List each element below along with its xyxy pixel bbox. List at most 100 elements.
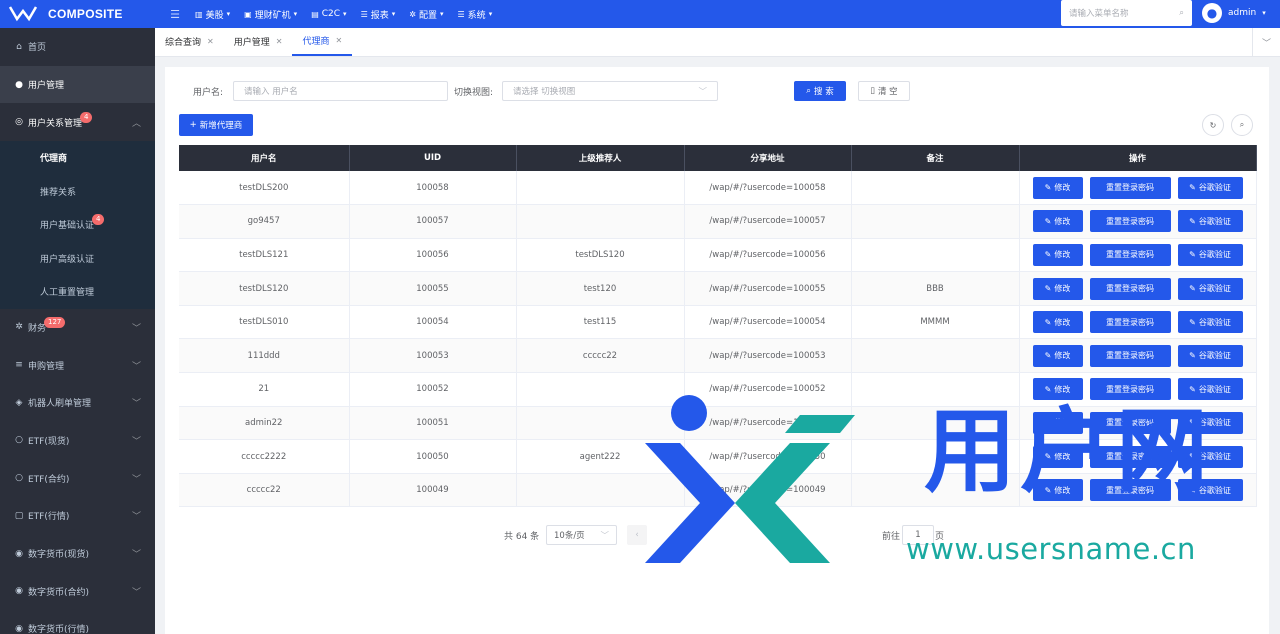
view-label: 切换视图: [454,88,494,98]
tab-agents[interactable]: 代理商 ✕ [292,27,353,56]
prev-page-button[interactable]: ‹ [627,525,647,545]
google-auth-button[interactable]: ✎ 谷歌验证 [1177,344,1243,367]
sidebar-item-subscription[interactable]: ≡ 申购管理 ﹀ [0,346,155,384]
sidebar-subitem-manual-reset[interactable]: 人工重置管理 [0,275,155,309]
chevron-down-icon: ﹀ [698,87,707,97]
sidebar-item-user-relations[interactable]: ◎ 用户关系管理 4 ︿ [0,103,155,141]
cell-share-url: /wap/#/?usercode=100052 [684,372,852,407]
cell-username: testDLS120 [179,271,350,306]
cell-referrer [516,171,685,206]
coin-icon: ◉ [15,586,23,597]
sidebar-item-etf-spot[interactable]: ○ ETF(现货) ﹀ [0,422,155,460]
col-share-url[interactable]: 分享地址 [684,145,852,171]
reset-password-button[interactable]: 重置登录密码 [1089,277,1171,300]
sidebar-item-finance[interactable]: ✲ 财务 127 ﹀ [0,309,155,347]
sidebar-item-crypto-spot[interactable]: ◉ 数字货币(现货) ﹀ [0,535,155,573]
sidebar-item-user-management[interactable]: ● 用户管理 [0,65,155,104]
page-size-value: 10条/页 [554,531,585,541]
sidebar-item-robot-orders[interactable]: ◈ 机器人刷单管理 ﹀ [0,384,155,422]
col-referrer[interactable]: 上级推荐人 [516,145,685,171]
reset-password-button[interactable]: 重置登录密码 [1089,176,1171,199]
avatar: ● [1202,3,1222,23]
search-button[interactable]: ⌕ 搜 索 [794,81,846,101]
sidebar-item-crypto-contract[interactable]: ◉ 数字货币(合约) ﹀ [0,572,155,610]
cell-remark [851,171,1020,206]
cell-share-url: /wap/#/?usercode=100053 [684,338,852,374]
chevron-down-icon[interactable]: ﹀ [1252,28,1280,56]
logo[interactable]: COMPOSITE [0,0,155,28]
close-icon[interactable]: ✕ [207,37,214,46]
sidebar-item-label: 数字货币(行情) [28,625,90,634]
reset-password-button[interactable]: 重置登录密码 [1089,344,1171,367]
tab-bar: 综合查询 ✕ 用户管理 ✕ 代理商 ✕ ﹀ [155,28,1280,57]
tab-overview[interactable]: 综合查询 ✕ [155,27,224,56]
col-uid[interactable]: UID [349,145,517,171]
sidebar-subitem-referrals[interactable]: 推荐关系 [0,174,155,209]
topnav-label: 报表 [370,10,389,21]
reset-password-button[interactable]: 重置登录密码 [1089,243,1171,266]
chevron-down-icon: ▾ [226,10,231,18]
edit-button[interactable]: ✎ 修改 [1032,176,1083,199]
add-agent-button[interactable]: + 新增代理商 [179,114,253,136]
edit-button[interactable]: ✎ 修改 [1032,243,1083,266]
edit-icon: ✎ [1189,317,1196,327]
chevron-down-icon: ▾ [488,10,493,18]
edit-button[interactable]: ✎ 修改 [1032,311,1083,334]
reset-password-button[interactable]: 重置登录密码 [1089,210,1171,233]
cell-actions: ✎ 修改 重置登录密码 ✎ 谷歌验证 [1019,171,1257,206]
topnav-label: 理财矿机 [254,10,291,21]
reset-button[interactable]: ▯ 清 空 [858,81,910,101]
username-input[interactable]: 请输入 用户名 [233,81,448,101]
tab-user-management[interactable]: 用户管理 ✕ [224,27,293,56]
cell-username: 21 [179,372,350,407]
sidebar-item-label: 首页 [28,43,47,54]
topnav-us-stocks[interactable]: ▥ 美股 ▾ [195,8,230,21]
topnav-reports[interactable]: ☰ 报表 ▾ [361,8,396,21]
google-auth-button[interactable]: ✎ 谷歌验证 [1177,311,1243,334]
google-auth-button[interactable]: ✎ 谷歌验证 [1177,243,1243,266]
sidebar-subitem-advanced-verification[interactable]: 用户高级认证 [0,241,155,276]
sidebar-item-etf-contract[interactable]: ○ ETF(合约) ﹀ [0,459,155,497]
search-toggle-icon[interactable]: ⌕ [1231,114,1253,136]
edit-button[interactable]: ✎ 修改 [1032,344,1083,367]
edit-button[interactable]: ✎ 修改 [1032,210,1083,233]
reset-password-button[interactable]: 重置登录密码 [1089,311,1171,334]
hamburger-icon[interactable]: ☰ [155,8,195,21]
google-auth-button[interactable]: ✎ 谷歌验证 [1177,176,1243,199]
refresh-icon[interactable]: ↻ [1202,114,1224,136]
sidebar-item-label: 数字货币(合约) [28,587,90,598]
sidebar-item-crypto-market[interactable]: ◉ 数字货币(行情) [0,610,155,634]
sidebar-item-etf-market[interactable]: ▢ ETF(行情) ﹀ [0,497,155,535]
google-auth-button[interactable]: ✎ 谷歌验证 [1177,277,1243,300]
sidebar-subitem-agents[interactable]: 代理商 [0,141,155,175]
menu-search-input[interactable]: 请输入菜单名称 ⌕ [1061,0,1192,26]
topnav-system[interactable]: ☰ 系统 ▾ [458,8,493,21]
username: admin [1228,8,1257,18]
edit-label: 修改 [1054,284,1071,294]
coin-icon: ◉ [15,548,23,559]
page-size-select[interactable]: 10条/页 ﹀ [546,525,617,545]
edit-icon: ✎ [1189,183,1196,193]
topnav-wealth-mining[interactable]: ▣ 理财矿机 ▾ [244,8,297,21]
user-menu[interactable]: ● admin ▾ [1202,3,1266,23]
close-icon[interactable]: ✕ [335,36,342,45]
edit-button[interactable]: ✎ 修改 [1032,277,1083,300]
chevron-down-icon: ▾ [293,10,298,18]
sidebar-subitem-basic-verification[interactable]: 用户基础认证 4 [0,208,155,242]
reset-button-label: 清 空 [877,87,898,97]
close-icon[interactable]: ✕ [276,37,283,46]
filter-row: 用户名: 请输入 用户名 切换视图: 请选择 切换视图 ﹀ ⌕ 搜 索 ▯ 清 … [165,80,1269,102]
sidebar-item-label: 用户关系管理 [28,118,83,129]
chevron-down-icon: ▾ [391,10,396,18]
google-auth-button[interactable]: ✎ 谷歌验证 [1177,210,1243,233]
topnav-label: 系统 [467,10,486,21]
edit-icon: ✎ [1189,384,1196,394]
col-username[interactable]: 用户名 [179,145,350,171]
sidebar-item-home[interactable]: ⌂ 首页 [0,28,155,66]
col-remark[interactable]: 备注 [851,145,1020,171]
topnav-c2c[interactable]: ▤ C2C ▾ [311,9,346,19]
pagination-total: 共 64 条 [504,532,540,542]
view-select[interactable]: 请选择 切换视图 ﹀ [502,81,718,101]
cell-uid: 100051 [349,406,517,441]
topnav-config[interactable]: ✲ 配置 ▾ [409,8,443,21]
